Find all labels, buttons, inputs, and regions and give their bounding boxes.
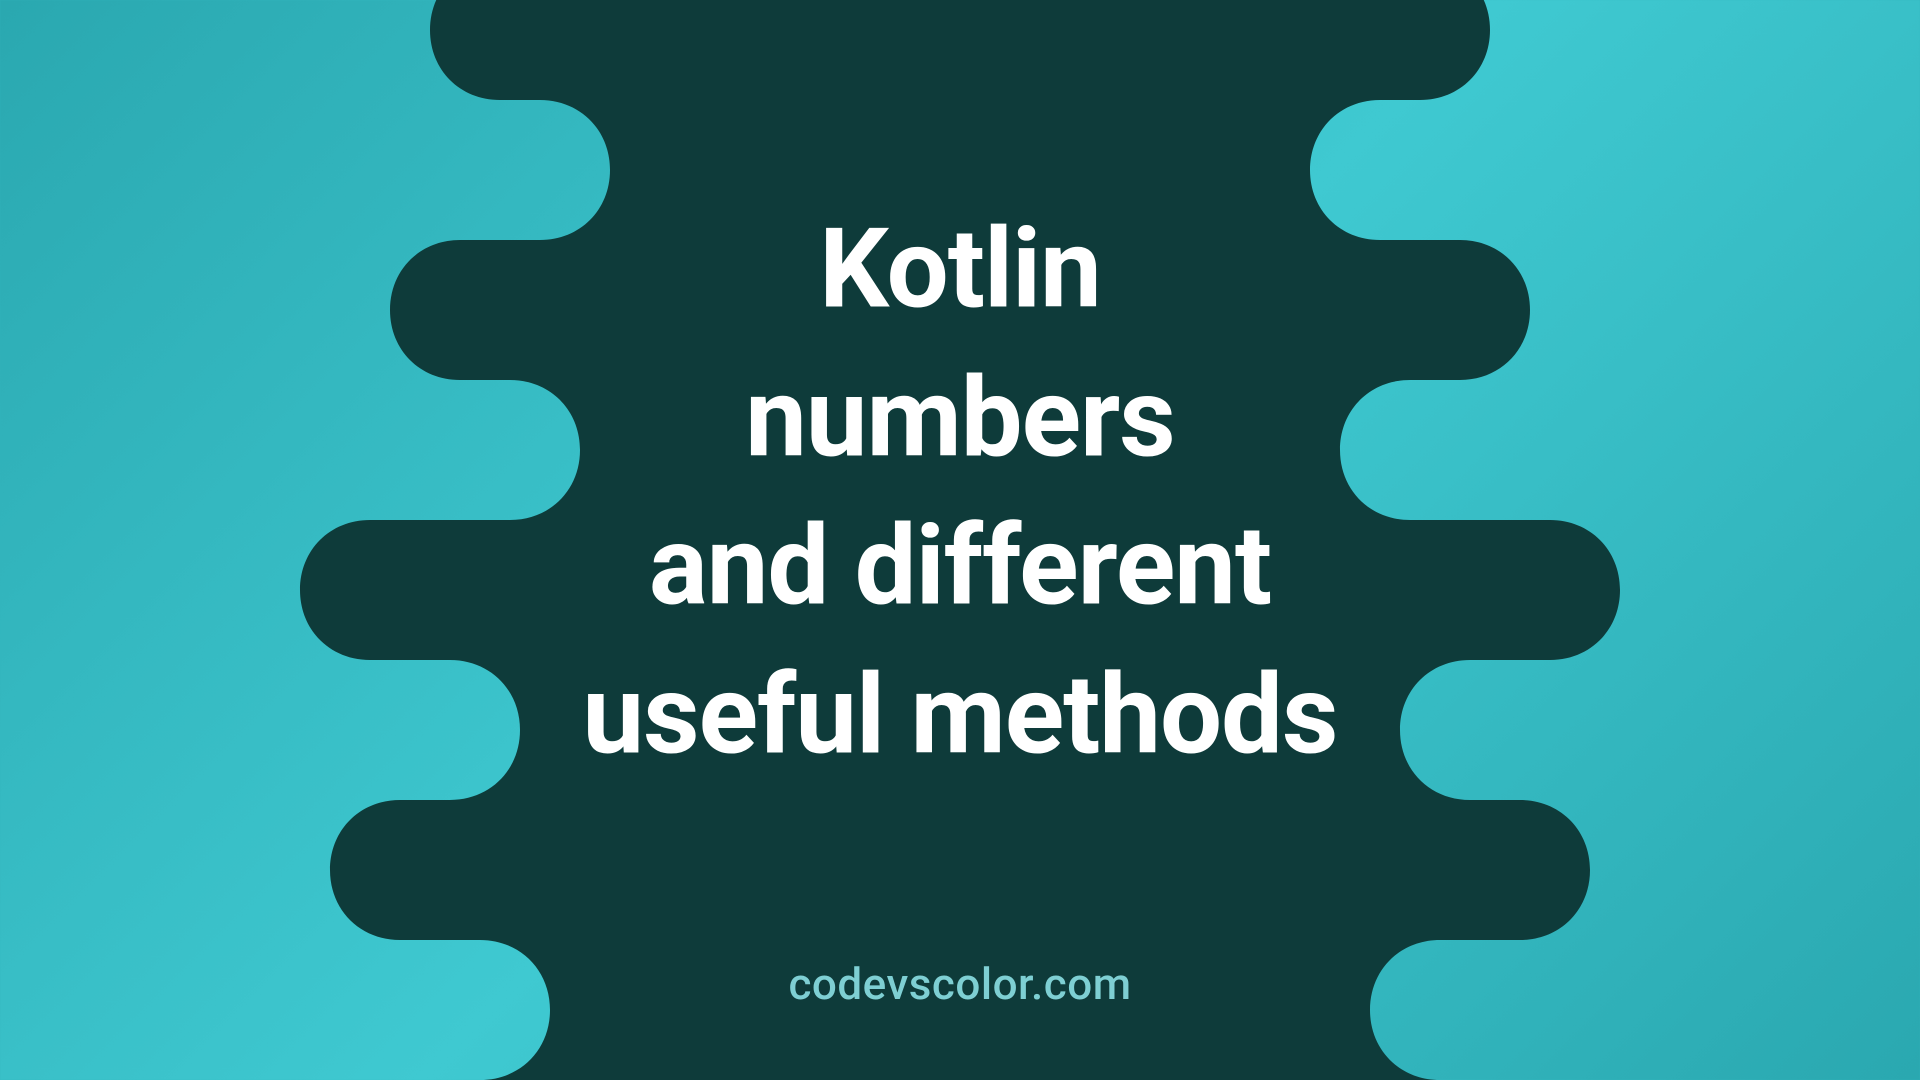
- attribution-text: codevscolor.com: [788, 958, 1131, 1010]
- title-container: Kotlin numbers and different useful meth…: [360, 195, 1560, 789]
- title-line-3: and different: [649, 501, 1271, 630]
- title-line-4: useful methods: [583, 650, 1338, 779]
- title-line-1: Kotlin: [819, 204, 1101, 333]
- page-title: Kotlin numbers and different useful meth…: [360, 195, 1560, 789]
- title-line-2: numbers: [745, 353, 1175, 482]
